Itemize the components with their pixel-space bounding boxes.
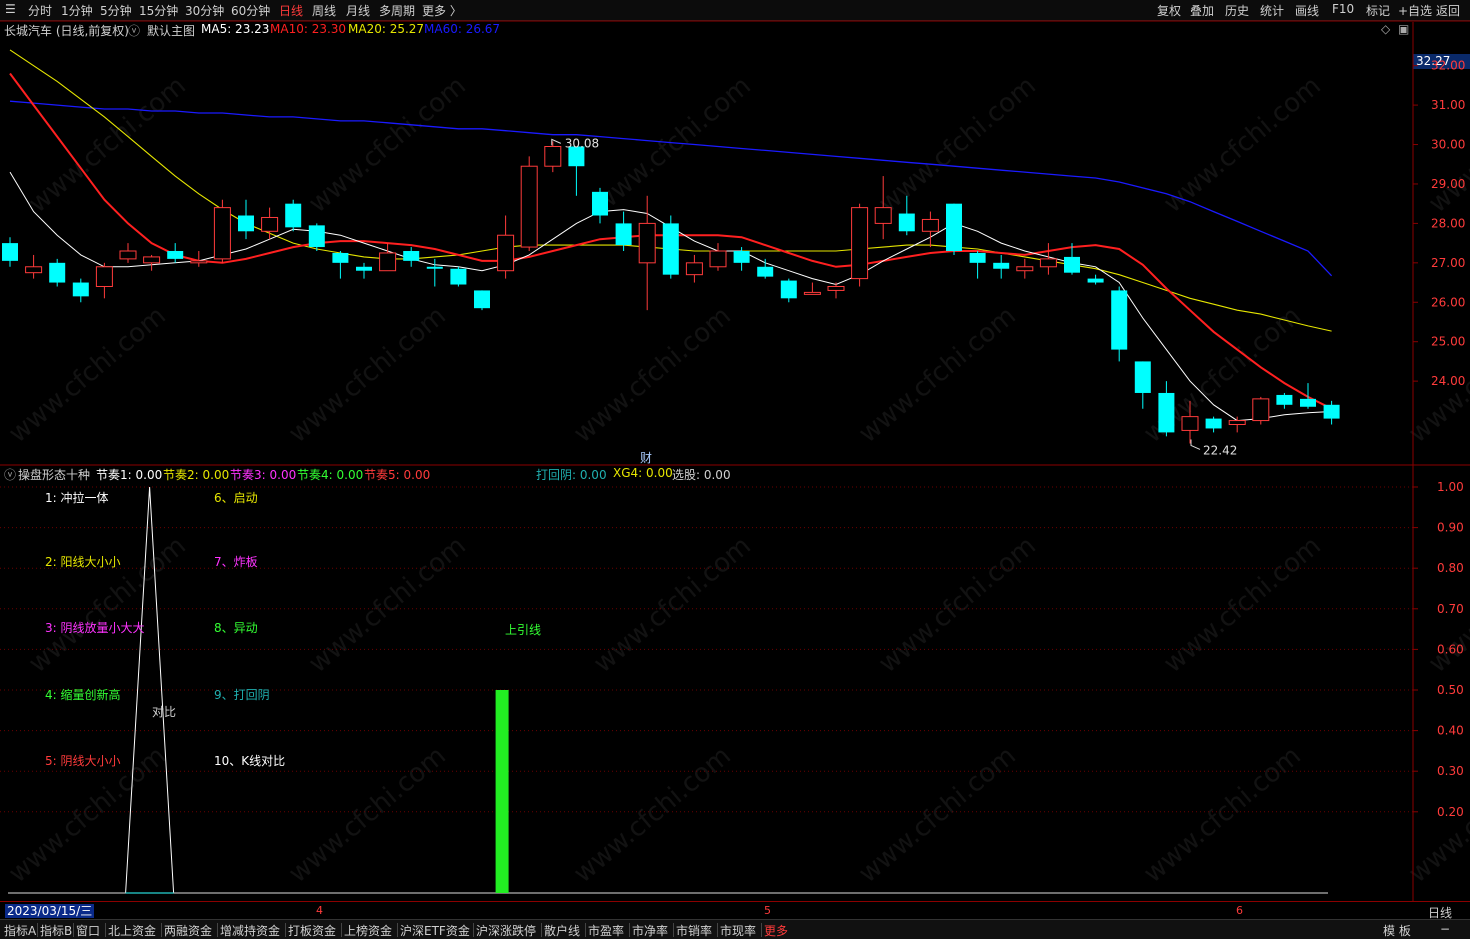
bottom-tab[interactable]: 上榜资金	[344, 922, 392, 939]
indicator-tick-label: 0.60	[1437, 642, 1464, 656]
bottom-tab[interactable]: 指标B	[40, 922, 72, 939]
indicator-tick-label: 1.00	[1437, 480, 1464, 494]
tab-separator	[105, 923, 106, 937]
price-tick-label: 27.00	[1431, 256, 1465, 270]
bottom-tab[interactable]: 市销率	[676, 922, 712, 939]
bottom-tab[interactable]: 市现率	[720, 922, 756, 939]
tab-separator	[761, 923, 762, 937]
indicator-tick-label: 0.90	[1437, 521, 1464, 535]
price-tick-label: 29.00	[1431, 177, 1465, 191]
price-tick-label: 32.00	[1431, 59, 1465, 73]
indicator-tick-label: 0.20	[1437, 805, 1464, 819]
tab-separator	[629, 923, 630, 937]
month-tick: 4	[316, 904, 323, 917]
price-tick-label: 30.00	[1431, 138, 1465, 152]
bottom-tab[interactable]: 指标A	[4, 922, 36, 939]
bottom-tab[interactable]: 增减持资金	[220, 922, 280, 939]
price-tick-label: 26.00	[1431, 295, 1465, 309]
indicator-tick-label: 0.50	[1437, 683, 1464, 697]
bottom-tab[interactable]: 沪深涨跌停	[476, 922, 536, 939]
tab-separator	[37, 923, 38, 937]
price-tick-label: 31.00	[1431, 98, 1465, 112]
tab-separator	[585, 923, 586, 937]
tab-separator	[473, 923, 474, 937]
tab-separator	[217, 923, 218, 937]
tab-separator	[73, 923, 74, 937]
indicator-tick-label: 0.70	[1437, 602, 1464, 616]
bottom-tab[interactable]: 窗口	[76, 922, 100, 939]
tab-separator	[341, 923, 342, 937]
bottom-tab[interactable]: 更多	[764, 922, 788, 939]
tab-separator	[161, 923, 162, 937]
bottom-tab[interactable]: 北上资金	[108, 922, 156, 939]
tab-separator	[541, 923, 542, 937]
month-tick: 6	[1236, 904, 1243, 917]
tab-separator	[285, 923, 286, 937]
indicator-tick-label: 0.80	[1437, 561, 1464, 575]
minimize-button[interactable]: −	[1440, 922, 1450, 936]
tab-separator	[397, 923, 398, 937]
bottom-tab[interactable]: 市盈率	[588, 922, 624, 939]
template-button[interactable]: 模 板	[1383, 922, 1411, 939]
price-axis: 32.00 31.00 30.00 29.00 28.00 27.00 26.00 25.00…	[0, 20, 1470, 901]
tab-separator	[673, 923, 674, 937]
bottom-tab[interactable]: 打板资金	[288, 922, 336, 939]
bottom-tab[interactable]: 市净率	[632, 922, 668, 939]
price-tick-label: 25.00	[1431, 335, 1465, 349]
date-axis: 2023/03/15/三 4 5 6 日线	[0, 901, 1470, 920]
bottom-tab[interactable]: 两融资金	[164, 922, 212, 939]
price-tick-label: 24.00	[1431, 374, 1465, 388]
month-tick: 5	[764, 904, 771, 917]
bottom-tab[interactable]: 沪深ETF资金	[400, 922, 470, 939]
tab-separator	[717, 923, 718, 937]
indicator-tick-label: 0.30	[1437, 764, 1464, 778]
indicator-tick-label: 0.40	[1437, 724, 1464, 738]
bottom-tab[interactable]: 散户线	[544, 922, 580, 939]
bottom-tabs: 指标A 指标B 窗口 北上资金 两融资金 增减持资金 打板资金 上榜资金 沪深ETF资金 沪深涨跌…	[0, 919, 1470, 939]
price-tick-label: 28.00	[1431, 216, 1465, 230]
cursor-date: 2023/03/15/三	[5, 904, 95, 918]
